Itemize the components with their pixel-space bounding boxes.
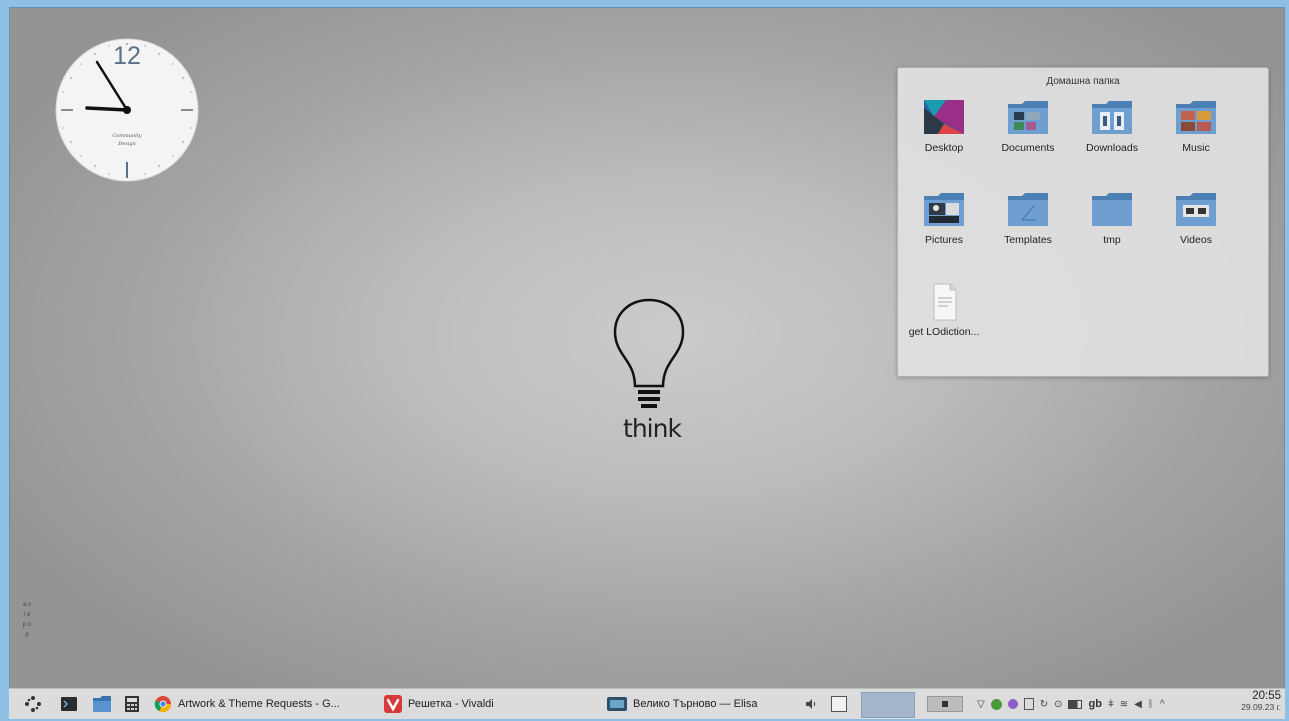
- think-logo-text: think: [623, 414, 682, 443]
- folder-item-label: Music: [1182, 142, 1210, 154]
- taskbar: Artwork & Theme Requests - G... Решетка …: [9, 688, 1285, 719]
- folder-item-music[interactable]: Music: [1154, 100, 1238, 155]
- folder-icon: [1092, 193, 1132, 226]
- wifi-icon[interactable]: ≋: [1120, 699, 1128, 710]
- folder-item-downloads[interactable]: Downloads: [1070, 100, 1154, 155]
- folder-item-label: get LOdiction...: [908, 326, 980, 338]
- calculator-icon[interactable]: [124, 689, 140, 719]
- chevron-up-icon[interactable]: ^: [1160, 699, 1165, 710]
- templates-folder-icon: [1008, 193, 1048, 226]
- text-file-icon: [933, 283, 957, 321]
- speaker-icon[interactable]: [805, 689, 817, 719]
- terminal-icon[interactable]: [60, 689, 78, 719]
- vivaldi-icon: [384, 695, 402, 713]
- elisa-icon: [607, 697, 627, 711]
- clock-brand: Community Design: [112, 133, 142, 147]
- task-elisa[interactable]: Велико Търново — Elisa: [607, 692, 757, 716]
- file-manager-icon[interactable]: [92, 689, 112, 719]
- folder-view-widget[interactable]: Домашна папка Desktop Documents Download…: [897, 67, 1269, 377]
- volume-icon[interactable]: ◀: [1134, 699, 1142, 710]
- folder-item-videos[interactable]: Videos: [1154, 192, 1238, 247]
- task-chrome[interactable]: Artwork & Theme Requests - G...: [154, 692, 340, 716]
- folder-item-label: tmp: [1103, 234, 1121, 246]
- folder-item-label: Downloads: [1086, 142, 1138, 154]
- virtual-desktop-pager[interactable]: [861, 692, 915, 718]
- purple-status-icon[interactable]: [1007, 699, 1018, 709]
- music-folder-icon: [1176, 101, 1216, 134]
- task-vivaldi[interactable]: Решетка - Vivaldi: [384, 692, 494, 716]
- task-label: Решетка - Vivaldi: [408, 698, 494, 710]
- vpn-icon[interactable]: ▽: [977, 699, 985, 710]
- folder-item-label: Documents: [1001, 142, 1055, 154]
- analog-clock-widget[interactable]: 12 Community Design: [55, 38, 199, 182]
- folder-item-documents[interactable]: Documents: [986, 100, 1070, 155]
- folder-item-label: Pictures: [925, 234, 963, 246]
- folder-view-title: Домашна папка: [1046, 76, 1120, 87]
- digital-clock[interactable]: 20:55 29.09.23 г.: [1225, 690, 1281, 713]
- desktop: 12 Community Design think Домашна папка …: [9, 7, 1285, 690]
- battery-icon[interactable]: [1068, 699, 1083, 709]
- documents-folder-icon: [1008, 101, 1048, 134]
- application-launcher-icon[interactable]: [23, 689, 43, 719]
- clock-number: 12: [113, 42, 141, 70]
- folder-item-tmp[interactable]: tmp: [1070, 192, 1154, 247]
- folder-item-templates[interactable]: Templates: [986, 192, 1070, 247]
- window-thumbnail-icon[interactable]: [927, 689, 963, 719]
- bluetooth-icon[interactable]: ᛒ: [1148, 699, 1154, 710]
- clipboard-icon[interactable]: [1023, 698, 1034, 710]
- clock-time: 20:55: [1252, 690, 1281, 702]
- folder-item-label: Desktop: [924, 142, 964, 154]
- microphone-icon[interactable]: ǂ: [1108, 699, 1114, 710]
- keyboard-layout[interactable]: gb: [1088, 698, 1101, 710]
- desktop-vertical-label: a v r e p o p: [22, 602, 32, 638]
- task-label: Велико Търново — Elisa: [633, 698, 758, 710]
- chrome-icon: [154, 696, 172, 713]
- system-tray: ▽ ↻ ⊙ gb ǂ ≋ ◀ ᛒ ^: [977, 689, 1165, 719]
- media-icon[interactable]: ⊙: [1054, 699, 1062, 710]
- videos-folder-icon: [1176, 193, 1216, 226]
- green-status-icon[interactable]: [990, 698, 1002, 710]
- downloads-folder-icon: [1092, 101, 1132, 134]
- pictures-folder-icon: [924, 193, 964, 226]
- clock-date: 29.09.23 г.: [1241, 702, 1281, 712]
- task-label: Artwork & Theme Requests - G...: [178, 698, 340, 710]
- show-desktop-icon[interactable]: [831, 689, 847, 719]
- lightbulb-icon: [613, 298, 685, 408]
- folder-item-label: Videos: [1180, 234, 1212, 246]
- update-icon[interactable]: ↻: [1040, 699, 1048, 710]
- folder-item-label: Templates: [1004, 234, 1052, 246]
- folder-item-pictures[interactable]: Pictures: [902, 192, 986, 247]
- folder-item-get-lodiction[interactable]: get LOdiction...: [902, 282, 986, 339]
- desktop-folder-icon: [924, 100, 964, 134]
- folder-item-desktop[interactable]: Desktop: [902, 100, 986, 155]
